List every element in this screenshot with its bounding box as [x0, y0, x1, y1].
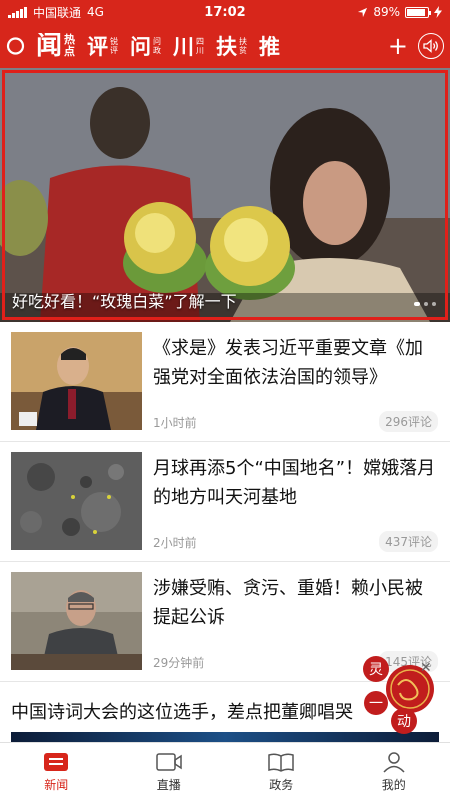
- channel-tab-sub-char: 政: [153, 46, 162, 55]
- news-thumbnail: [11, 452, 142, 550]
- carousel-dot: [424, 302, 428, 306]
- comment-count[interactable]: 437评论: [379, 531, 438, 552]
- channel-tabs: 闻热点评锐评问问政川四川扶扶贫推: [36, 33, 382, 59]
- carousel-indicator: [414, 302, 436, 306]
- tab-label: 政务: [269, 777, 294, 792]
- hero-carousel[interactable]: 好吃好看！“玫瑰白菜”了解一下: [0, 68, 450, 322]
- channel-tab-sub-char: 扶: [239, 37, 248, 46]
- tab-label: 直播: [156, 777, 181, 792]
- channel-tab-sub-char: 问: [153, 37, 162, 46]
- channel-tab-sub-char: 四: [196, 37, 205, 46]
- channel-tab-main: 闻: [36, 33, 63, 59]
- channel-tab-sub-char: 锐: [110, 37, 119, 46]
- channel-tab-sub-char: 贫: [239, 46, 248, 55]
- news-thumbnail: [11, 572, 142, 670]
- channel-tab-main: 评: [87, 33, 109, 59]
- carousel-dot: [432, 302, 436, 306]
- location-icon: [358, 7, 368, 17]
- channel-tab-sub: 扶贫: [239, 37, 247, 55]
- news-icon: [44, 752, 69, 771]
- profile-icon: [383, 751, 405, 773]
- signal-icon: [8, 6, 27, 18]
- channel-tab-main: 扶: [216, 33, 238, 59]
- news-title: 涉嫌受贿、贪污、重婚！赖小民被提起公诉: [153, 578, 423, 628]
- channel-tab[interactable]: 问问政: [130, 36, 161, 57]
- add-channel-button[interactable]: +: [388, 34, 408, 58]
- search-icon[interactable]: [6, 35, 28, 57]
- channel-tab-sub-char: 川: [196, 46, 205, 55]
- status-bar: 中国联通 4G 17:02 89%: [0, 0, 450, 24]
- speaker-icon: [423, 39, 438, 53]
- live-icon: [156, 752, 182, 771]
- news-title: 《求是》发表习近平重要文章《加强党对全面依法治国的领导》: [153, 338, 423, 388]
- tab-label: 新闻: [44, 777, 69, 792]
- news-item[interactable]: 《求是》发表习近平重要文章《加强党对全面依法治国的领导》 1小时前 296评论: [0, 322, 450, 442]
- news-item[interactable]: 月球再添5个“中国地名”！嫦娥落月的地方叫天河基地 2小时前 437评论: [0, 442, 450, 562]
- channel-tab-sub: 四川: [196, 37, 204, 55]
- tab-live[interactable]: 直播: [113, 743, 226, 800]
- close-icon[interactable]: ✕: [420, 660, 432, 676]
- channel-navbar: 闻热点评锐评问问政川四川扶扶贫推 +: [0, 24, 450, 68]
- promo-char: 灵: [369, 662, 383, 678]
- channel-tab-main: 问: [130, 33, 152, 59]
- tab-news[interactable]: 新闻: [0, 743, 113, 800]
- channel-tab[interactable]: 川四川: [173, 36, 204, 57]
- audio-button[interactable]: [418, 33, 444, 59]
- channel-tab-sub-char: 点: [64, 45, 76, 58]
- tab-label: 我的: [381, 777, 406, 792]
- carrier-label: 中国联通: [33, 5, 82, 20]
- carousel-dot: [414, 302, 420, 306]
- channel-tab-sub-char: 评: [110, 46, 119, 55]
- promo-char: 动: [397, 714, 411, 730]
- channel-tab-sub: 热点: [64, 34, 75, 58]
- news-title: 月球再添5个“中国地名”！嫦娥落月的地方叫天河基地: [153, 458, 436, 508]
- hero-image: [0, 68, 450, 322]
- tab-profile[interactable]: 我的: [338, 743, 450, 800]
- comment-count[interactable]: 296评论: [379, 411, 438, 432]
- news-time: 1小时前: [153, 416, 197, 430]
- bottom-tab-bar: 新闻 直播 政务 我的: [0, 742, 450, 800]
- news-title: 中国诗词大会的这位选手，差点把董卿唱哭: [11, 702, 353, 723]
- battery-icon: [405, 6, 431, 18]
- battery-percent: 89%: [373, 5, 400, 19]
- news-time: 29分钟前: [153, 656, 205, 670]
- news-thumbnail: [11, 332, 142, 430]
- channel-tab[interactable]: 闻热点: [36, 33, 75, 59]
- network-label: 4G: [87, 5, 104, 19]
- news-time: 2小时前: [153, 536, 197, 550]
- charging-icon: [434, 6, 442, 18]
- tab-government[interactable]: 政务: [225, 743, 338, 800]
- channel-tab-sub: 问政: [153, 37, 161, 55]
- book-icon: [268, 752, 294, 772]
- channel-tab-main: 推: [259, 33, 281, 59]
- promo-char: 一: [369, 696, 383, 712]
- hero-caption: 好吃好看！“玫瑰白菜”了解一下: [12, 292, 237, 311]
- channel-tab[interactable]: 评锐评: [87, 36, 118, 57]
- channel-tab-main: 川: [173, 33, 195, 59]
- channel-tab-sub: 锐评: [110, 37, 118, 55]
- channel-tab[interactable]: 扶扶贫: [216, 36, 247, 57]
- channel-tab[interactable]: 推: [259, 36, 280, 57]
